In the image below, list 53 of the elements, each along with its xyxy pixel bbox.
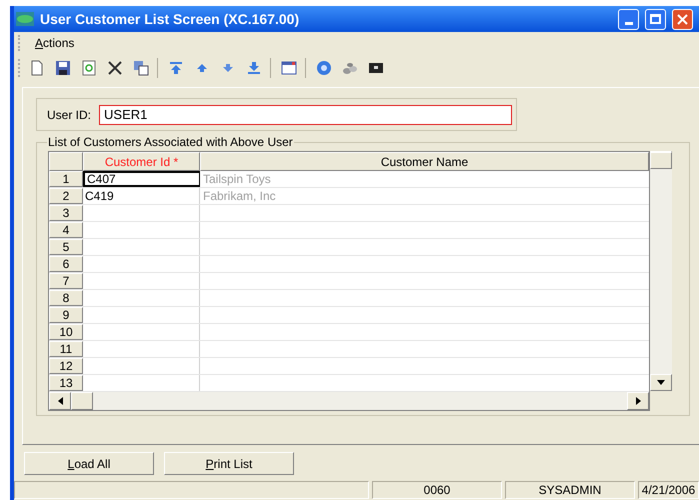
menu-item[interactable]: Actions: [35, 34, 74, 52]
row-number: 6: [49, 256, 83, 272]
window-title: User Customer List Screen (XC.167.00): [40, 10, 300, 29]
row-number: 1: [49, 171, 83, 187]
monitor-icon[interactable]: [368, 60, 384, 76]
customer-name-cell-text: Tailspin Toys: [202, 171, 272, 187]
row-number: 13: [49, 375, 83, 391]
vertical-scrollbar[interactable]: [650, 151, 672, 391]
user-id-label: User ID:: [47, 106, 92, 124]
maximize-icon: [650, 14, 661, 24]
save-icon[interactable]: [55, 60, 71, 76]
close-button[interactable]: [672, 8, 693, 30]
maximize-button[interactable]: [645, 8, 666, 30]
status-panel: 4/21/2006: [638, 481, 699, 499]
status-panel: 0060: [372, 481, 502, 499]
row-number: 10: [49, 324, 83, 340]
row-number: 4: [49, 222, 83, 238]
scroll-left-icon[interactable]: [58, 397, 62, 405]
scroll-thumb[interactable]: [650, 152, 672, 168]
column-header[interactable]: Customer Name: [200, 152, 649, 171]
row-number: 9: [49, 307, 83, 323]
last-record-icon[interactable]: [246, 60, 262, 76]
row-number: 7: [49, 273, 83, 289]
row-number: 8: [49, 290, 83, 306]
horizontal-scrollbar[interactable]: [49, 392, 649, 410]
coins-icon[interactable]: [342, 60, 358, 76]
first-record-icon[interactable]: [168, 60, 184, 76]
copy-icon[interactable]: [133, 60, 149, 76]
customer-name-cell-text: Fabrikam, Inc: [202, 188, 277, 204]
minimize-button[interactable]: [618, 8, 639, 30]
delete-icon[interactable]: [107, 60, 123, 76]
action-button[interactable]: Print List: [164, 452, 294, 475]
scroll-thumb[interactable]: [71, 392, 93, 410]
scroll-right-icon[interactable]: [636, 397, 640, 405]
row-number: 12: [49, 358, 83, 374]
close-icon: [677, 14, 688, 24]
customer-id-cell[interactable]: C407: [83, 171, 200, 187]
row-number: 11: [49, 341, 83, 357]
status-panel: SYSADMIN: [505, 481, 635, 499]
customer-id-cell[interactable]: C419: [83, 188, 200, 204]
row-number: 5: [49, 239, 83, 255]
refresh-icon[interactable]: [81, 60, 97, 76]
row-number: 3: [49, 205, 83, 221]
user-id-field[interactable]: USER1: [99, 104, 512, 124]
new-document-icon[interactable]: [29, 60, 45, 76]
minimize-icon: [624, 22, 632, 24]
app-icon: [16, 12, 34, 26]
row-number: 2: [49, 188, 83, 204]
window-icon[interactable]: [281, 60, 297, 76]
group-title: List of Customers Associated with Above User: [47, 135, 294, 149]
scroll-down-icon[interactable]: [657, 380, 665, 385]
action-button[interactable]: Load All: [24, 452, 154, 475]
help-icon[interactable]: [316, 60, 332, 76]
